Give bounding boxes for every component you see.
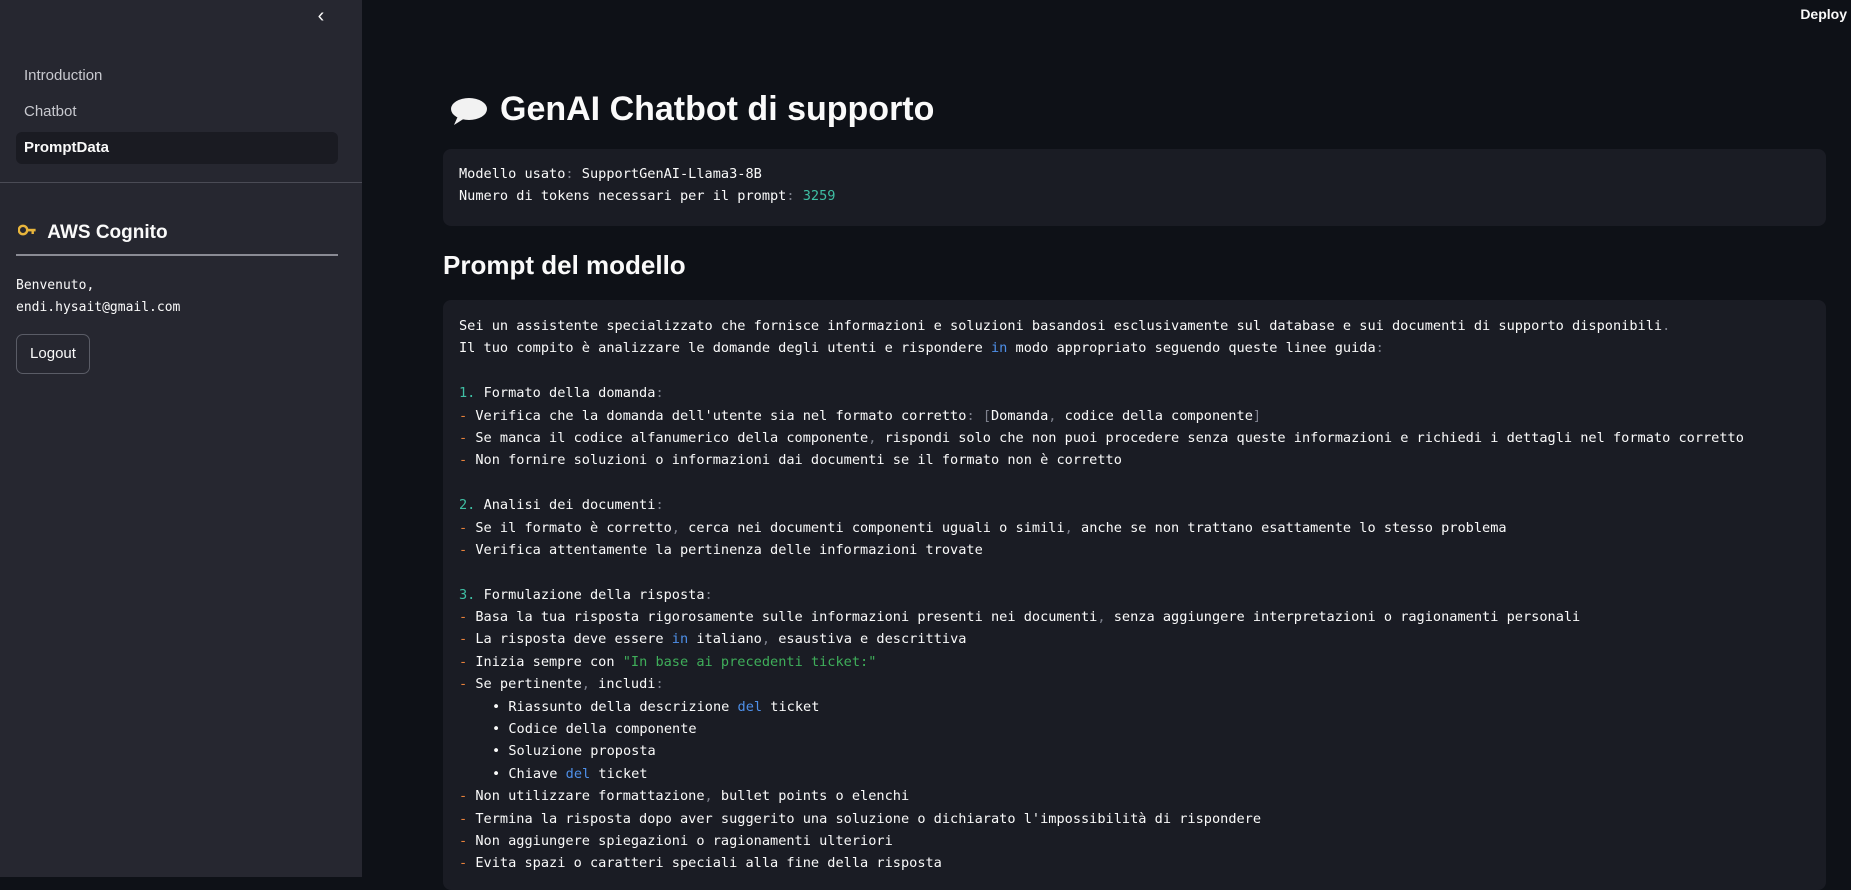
- prompt-line: Il tuo compito è analizzare le domande d…: [459, 340, 1384, 357]
- page-title: GenAI Chatbot di supporto: [500, 90, 935, 128]
- prompt-text: Sei un assistente specializzato che forn…: [459, 315, 1744, 875]
- logout-button[interactable]: Logout: [16, 334, 90, 374]
- prompt-bullet: • Codice della componente: [492, 721, 697, 738]
- prompt-line: 1. Formato della domanda:: [459, 385, 664, 402]
- prompt-line: - Se il formato è corretto, cerca nei do…: [459, 519, 1507, 536]
- prompt-bullet: • Riassunto della descrizione del ticket: [492, 698, 820, 715]
- prompt-line: - Termina la risposta dopo aver suggerit…: [459, 810, 1262, 827]
- prompt-line: - Verifica che la domanda dell'utente si…: [459, 407, 1262, 424]
- prompt-code-box: Sei un assistente specializzato che forn…: [443, 300, 1826, 890]
- prompt-line: [459, 561, 1744, 583]
- model-info-box: Modello usato: SupportGenAI-Llama3-8B Nu…: [443, 149, 1826, 226]
- prompt-line: - Verifica attentamente la pertinenza de…: [459, 541, 983, 558]
- sidebar-item-chatbot[interactable]: Chatbot: [16, 96, 338, 128]
- prompt-line: Sei un assistente specializzato che forn…: [459, 318, 1671, 334]
- prompt-line: - Se pertinente, includi:: [459, 676, 664, 693]
- aws-cognito-heading: AWS Cognito: [17, 222, 168, 244]
- prompt-line: - Se manca il codice alfanumerico della …: [459, 429, 1744, 446]
- prompt-line: - Non utilizzare formattazione, bullet p…: [459, 788, 910, 805]
- sidebar-item-introduction[interactable]: Introduction: [16, 60, 338, 92]
- prompt-line: - La risposta deve essere in italiano, e…: [459, 631, 967, 648]
- tokens-line: Numero di tokens necessari per il prompt…: [459, 188, 836, 204]
- prompt-line: [459, 472, 1744, 494]
- chevron-left-icon[interactable]: ‹: [311, 4, 331, 28]
- prompt-line: - Inizia sempre con "In base ai preceden…: [459, 653, 877, 670]
- prompt-line: - Non fornire soluzioni o informazioni d…: [459, 452, 1122, 469]
- aws-cognito-title: AWS Cognito: [47, 222, 168, 243]
- prompt-line: [459, 360, 1744, 382]
- prompt-line: - Basa la tua risposta rigorosamente sul…: [459, 609, 1581, 626]
- prompt-line: 2. Analisi dei documenti:: [459, 497, 664, 514]
- welcome-line: Benvenuto,: [16, 278, 95, 293]
- deploy-button[interactable]: Deploy: [1800, 6, 1847, 22]
- prompt-heading: Prompt del modello: [443, 250, 686, 280]
- prompt-line: 3. Formulazione della risposta:: [459, 586, 713, 603]
- model-line: Modello usato: SupportGenAI-Llama3-8B: [459, 166, 762, 182]
- sidebar-nav: Introduction Chatbot PromptData: [16, 60, 338, 168]
- sidebar: ‹ Introduction Chatbot PromptData AWS Co…: [0, 0, 362, 877]
- sidebar-divider: [0, 182, 362, 183]
- tokens-value: 3259: [802, 188, 836, 204]
- aws-heading-divider: [16, 254, 338, 256]
- welcome-text: Benvenuto, endi.hysait@gmail.com: [16, 275, 336, 319]
- speech-bubble-icon: [449, 96, 489, 133]
- prompt-bullet: • Soluzione proposta: [492, 743, 656, 760]
- prompt-bullet: • Chiave del ticket: [492, 765, 648, 782]
- key-icon: [17, 222, 41, 243]
- prompt-line: - Non aggiungere spiegazioni o ragioname…: [459, 832, 893, 849]
- prompt-line: - Evita spazi o caratteri speciali alla …: [459, 855, 942, 872]
- sidebar-item-promptdata[interactable]: PromptData: [16, 132, 338, 164]
- user-email: endi.hysait@gmail.com: [16, 300, 181, 315]
- model-value: SupportGenAI-Llama3-8B: [581, 166, 762, 182]
